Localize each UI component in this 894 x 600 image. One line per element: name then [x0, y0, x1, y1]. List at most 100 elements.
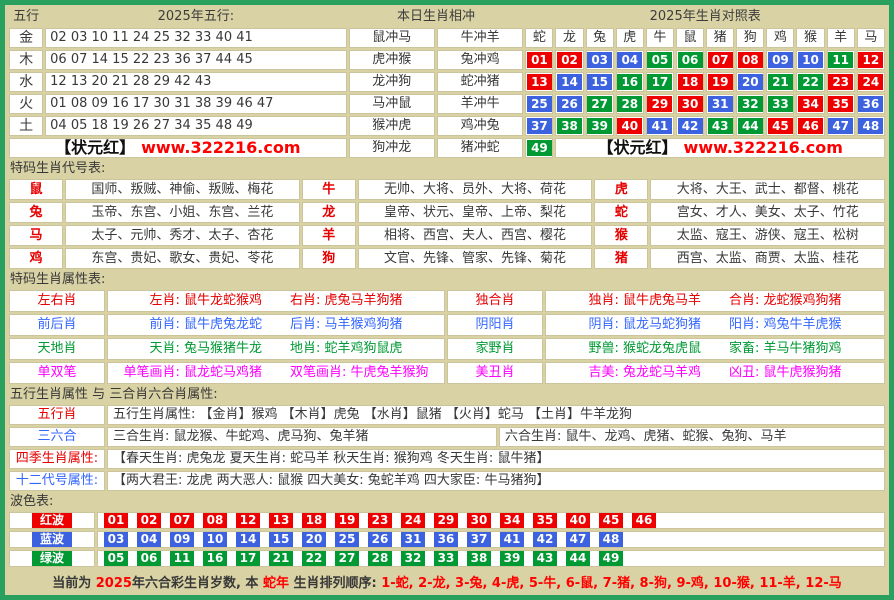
number-ball: 23 — [368, 513, 392, 528]
number-cell: 26 — [555, 94, 583, 114]
zodiac-label: 猴 — [594, 225, 648, 246]
number-cell: 47 — [827, 116, 855, 136]
attribute-values: 野兽: 猴蛇龙兔虎鼠 家畜: 羊马牛猪狗鸡 — [545, 338, 885, 360]
number-cell: 03 — [586, 50, 614, 70]
clash-cell: 牛冲羊 — [437, 28, 523, 48]
number-ball: 37 — [467, 532, 491, 547]
wave-numbers: 0102070812131819232429303435404546 — [97, 512, 885, 529]
number-ball: 17 — [236, 551, 260, 566]
wave-name-chip: 红波 — [32, 513, 72, 528]
number-ball: 42 — [678, 118, 703, 134]
zodiac-header-cell: 鼠 — [676, 28, 704, 48]
number-ball: 37 — [527, 118, 552, 134]
footer-text: 生肖排列顺序: — [289, 576, 381, 591]
element-cell: 土 — [9, 116, 43, 136]
number-ball: 02 — [137, 513, 161, 528]
zodiac-header-cell: 鸡 — [766, 28, 794, 48]
zodiac-codes: 大将、大王、武士、都督、桃花 — [650, 179, 885, 200]
wave-label: 蓝波 — [9, 531, 95, 548]
zodiac-header-cell: 虎 — [616, 28, 644, 48]
number-ball: 41 — [647, 118, 672, 134]
zodiac-label: 龙 — [302, 202, 356, 223]
number-cell: 48 — [857, 116, 885, 136]
attribute-part: 家畜: 羊马牛猪狗鸡 — [729, 341, 842, 356]
number-ball: 29 — [647, 96, 672, 112]
clash-cell: 蛇冲猪 — [437, 72, 523, 92]
number-ball: 22 — [302, 551, 326, 566]
clash-cell: 狗冲龙 — [349, 138, 435, 158]
number-ball: 28 — [368, 551, 392, 566]
website-link[interactable]: www.322216.com — [684, 138, 843, 157]
number-ball: 07 — [708, 52, 733, 68]
number-ball: 24 — [858, 74, 883, 90]
clash-cell: 马冲鼠 — [349, 94, 435, 114]
zodiac-header-cell: 羊 — [827, 28, 855, 48]
attribute-label: 家野肖 — [447, 338, 543, 360]
attribute-values: 阴肖: 鼠龙马蛇狗猪阳肖: 鸡兔牛羊虎猴 — [545, 314, 885, 336]
zodiac-codes: 宫女、才人、美女、太子、竹花 — [650, 202, 885, 223]
attribute-label: 美丑肖 — [447, 362, 543, 384]
zodiac-label: 鼠 — [9, 179, 63, 200]
zodiac-label: 虎 — [594, 179, 648, 200]
number-ball: 16 — [617, 74, 642, 90]
promo-banner: 【状元红】www.322216.com — [9, 138, 347, 158]
number-cell: 11 — [827, 50, 855, 70]
attribute-part: 野兽: 猴蛇龙兔虎鼠 — [588, 341, 701, 356]
attribute-part: 吉美: 兔龙蛇马羊鸡 — [588, 365, 701, 380]
number-cell: 12 — [857, 50, 885, 70]
clash-cell: 虎冲猴 — [349, 50, 435, 70]
attribute-label: 四季生肖属性: — [9, 449, 105, 469]
footer-text: 1-蛇, 2-龙, 3-兔, 4-虎, 5-牛, 6-鼠, 7-猪, 8-狗, … — [381, 576, 842, 591]
wave-color-table: 红波0102070812131819232429303435404546蓝波03… — [7, 510, 887, 569]
number-cell: 29 — [646, 94, 674, 114]
zodiac-codes: 太监、寇王、游侠、寇王、松树 — [650, 225, 885, 246]
number-cell: 24 — [857, 72, 885, 92]
number-ball: 29 — [434, 513, 458, 528]
number-ball: 15 — [587, 74, 612, 90]
number-ball: 39 — [587, 118, 612, 134]
number-ball: 49 — [527, 140, 552, 156]
attribute-part: 凶丑: 鼠牛虎猴狗猪 — [729, 365, 842, 380]
number-ball: 26 — [557, 96, 582, 112]
number-cell: 10 — [796, 50, 824, 70]
wave-label: 绿波 — [9, 550, 95, 567]
number-cell: 13 — [525, 72, 553, 92]
zodiac-codes: 无帅、大将、员外、大将、荷花 — [358, 179, 593, 200]
attribute-values: 吉美: 兔龙蛇马羊鸡 凶丑: 鼠牛虎猴狗猪 — [545, 362, 885, 384]
number-ball: 09 — [170, 532, 194, 547]
zodiac-header-cell: 蛇 — [525, 28, 553, 48]
five-elements-header: 五行 — [9, 8, 43, 26]
zodiac-label: 猪 — [594, 248, 648, 269]
number-ball: 03 — [104, 532, 128, 547]
wave-name-chip: 蓝波 — [32, 532, 72, 547]
number-ball: 02 — [557, 52, 582, 68]
number-ball: 22 — [798, 74, 823, 90]
number-ball: 06 — [137, 551, 161, 566]
number-ball: 27 — [335, 551, 359, 566]
number-cell: 01 — [525, 50, 553, 70]
number-ball: 28 — [617, 96, 642, 112]
attribute-part: 地肖: 蛇羊鸡狗鼠虎 — [290, 341, 403, 356]
clash-cell: 鼠冲马 — [349, 28, 435, 48]
number-cell: 22 — [796, 72, 824, 92]
number-ball: 13 — [527, 74, 552, 90]
zodiac-label: 兔 — [9, 202, 63, 223]
attribute-values: 六合生肖: 鼠牛、龙鸡、虎猪、蛇猴、兔狗、马羊 — [499, 427, 885, 447]
element-cell: 火 — [9, 94, 43, 114]
wuxing-table-title: 五行生肖属性 与 三合肖六合肖属性: — [7, 386, 887, 403]
number-ball: 34 — [500, 513, 524, 528]
number-ball: 40 — [566, 513, 590, 528]
number-ball: 19 — [335, 513, 359, 528]
number-cell: 31 — [706, 94, 734, 114]
number-cell: 36 — [857, 94, 885, 114]
attribute-part: 右肖: 虎兔马羊狗猪 — [290, 293, 403, 308]
zodiac-label: 狗 — [302, 248, 356, 269]
website-link[interactable]: www.322216.com — [141, 138, 300, 157]
number-cell: 02 — [555, 50, 583, 70]
attribute-part: 独肖: 鼠牛虎兔马羊 — [588, 293, 701, 308]
number-ball: 35 — [533, 513, 557, 528]
zodiac-codes: 国师、叛贼、神偷、叛贼、梅花 — [65, 179, 300, 200]
number-cell: 39 — [586, 116, 614, 136]
zodiac-code-table: 鼠国师、叛贼、神偷、叛贼、梅花牛无帅、大将、员外、大将、荷花虎大将、大王、武士、… — [7, 177, 887, 271]
attribute-part: 单笔画肖: 鼠龙蛇马鸡猪 — [123, 365, 262, 380]
